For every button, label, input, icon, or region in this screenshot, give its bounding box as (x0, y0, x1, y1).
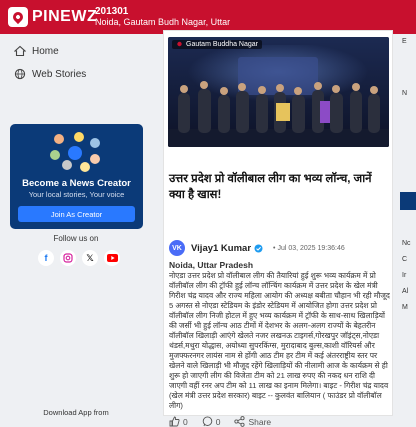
right-text-2: N (402, 90, 408, 97)
share-button[interactable]: Share (234, 416, 271, 427)
home-icon (14, 45, 26, 57)
social-links: f 𝕏 (38, 250, 120, 266)
news-creator-card: Become a News Creator Your local stories… (10, 124, 143, 229)
article-body: नोएडा उत्तर प्रदेश प्रो वॉलीबाल लीग की त… (169, 271, 390, 410)
comment-button[interactable]: 0 (202, 416, 221, 427)
right-text-6: Al (402, 288, 409, 295)
app-header: PINEWZ 201301 Noida, Gautam Budh Nagar, … (0, 0, 416, 34)
x-icon[interactable]: 𝕏 (82, 250, 98, 266)
article-actions: 0 0 Share (169, 416, 389, 427)
author-avatar[interactable]: VK (169, 240, 185, 256)
location-name: Noida, Gautam Budh Nagar, Uttar (95, 17, 231, 27)
like-count: 0 (183, 416, 188, 427)
nav-item-home[interactable]: Home (14, 42, 59, 60)
publish-date: • Jul 03, 2025 19:36:46 (273, 244, 345, 252)
nav-label: Home (32, 45, 59, 57)
news-feed: Gautam Buddha Nagar उत्तर प्रदेश प्रो वॉ… (163, 30, 393, 427)
location-selector[interactable]: 201301 Noida, Gautam Budh Nagar, Uttar (95, 6, 230, 28)
verified-badge-icon (254, 244, 263, 252)
sidebar: Home Web Stories Become a News Creator Y… (0, 34, 152, 417)
event-stage-photo (168, 37, 389, 147)
facebook-icon[interactable]: f (38, 250, 54, 266)
comment-count: 0 (215, 416, 221, 427)
right-text-5: Ir (402, 272, 407, 279)
right-text-1: E (402, 38, 407, 45)
brand-name: PINEWZ (32, 8, 98, 25)
author-name[interactable]: Vijay1 Kumar (191, 243, 251, 254)
right-text-7: M (402, 304, 408, 311)
article-image[interactable]: Gautam Buddha Nagar (168, 37, 389, 147)
pin-logo-icon (8, 7, 28, 27)
right-text-4: C (402, 256, 408, 263)
location-tag: Gautam Buddha Nagar (172, 40, 262, 49)
youtube-icon[interactable] (104, 250, 120, 266)
right-banner[interactable] (400, 192, 416, 210)
web-stories-icon (14, 68, 26, 80)
creator-illustration (50, 132, 100, 172)
nav-item-web-stories[interactable]: Web Stories (14, 65, 86, 83)
location-pin-icon (177, 41, 182, 47)
creator-subtitle: Your local stories, Your voice (28, 190, 125, 199)
follow-us-label: Follow us on (53, 234, 99, 243)
nav-label: Web Stories (32, 68, 87, 80)
right-text-3: Nc (402, 240, 411, 247)
pincode: 201301 (95, 6, 129, 17)
like-button[interactable]: 0 (169, 416, 188, 427)
author-row: VK Vijay1 Kumar • Jul 03, 2025 19:36:46 (169, 239, 389, 257)
share-label: Share (248, 416, 272, 427)
join-as-creator-button[interactable]: Join As Creator (18, 206, 135, 222)
right-panel-partial: E N Nc C Ir Al M (400, 30, 416, 416)
article-title[interactable]: उत्तर प्रदेश प्रो वॉलीबाल लीग का भव्य लॉ… (169, 171, 389, 203)
whatsapp-icon (202, 416, 212, 427)
share-icon (234, 416, 246, 427)
article-dateline: Noida, Uttar Pradesh (169, 260, 254, 270)
creator-title: Become a News Creator (22, 178, 131, 189)
instagram-icon[interactable] (60, 250, 76, 266)
location-tag-label: Gautam Buddha Nagar (186, 41, 258, 48)
pinewz-logo[interactable]: PINEWZ (8, 6, 97, 28)
thumbs-up-icon (169, 416, 180, 427)
